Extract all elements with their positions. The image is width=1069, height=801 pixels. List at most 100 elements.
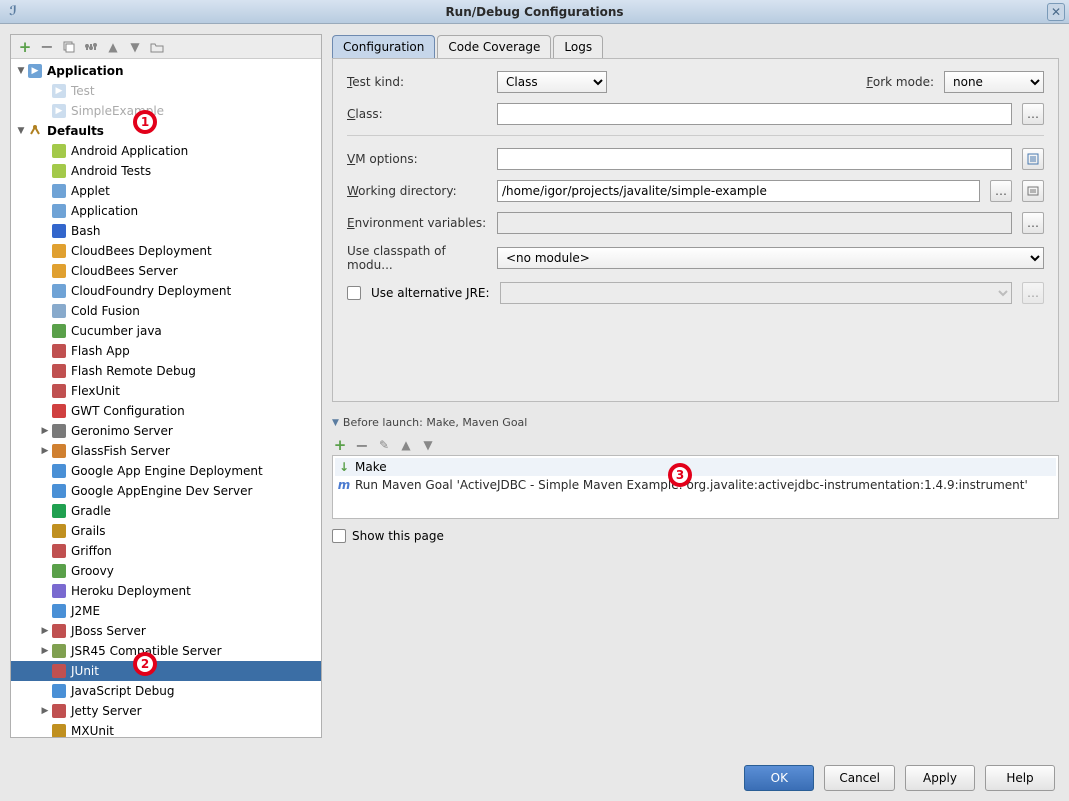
remove-task-button[interactable]: −: [354, 437, 370, 453]
tree-item-cold-fusion[interactable]: Cold Fusion: [11, 301, 321, 321]
tree-item-jboss-server[interactable]: ▶JBoss Server: [11, 621, 321, 641]
tree-item-mxunit[interactable]: MXUnit: [11, 721, 321, 737]
tree-item-cloudbees-server[interactable]: CloudBees Server: [11, 261, 321, 281]
tree-item-simpleexample[interactable]: ▶ SimpleExample: [11, 101, 321, 121]
env-vars-input[interactable]: [497, 212, 1012, 234]
apply-button[interactable]: Apply: [905, 765, 975, 791]
test-kind-select[interactable]: Class: [497, 71, 607, 93]
move-up-button[interactable]: ▲: [105, 39, 121, 55]
tree-item-cloudfoundry-deployment[interactable]: CloudFoundry Deployment: [11, 281, 321, 301]
browse-class-button[interactable]: …: [1022, 103, 1044, 125]
add-config-button[interactable]: +: [17, 39, 33, 55]
fork-mode-select[interactable]: none: [944, 71, 1044, 93]
tree-item-bash[interactable]: Bash: [11, 221, 321, 241]
grails-icon: [51, 523, 67, 539]
tab-configuration[interactable]: Configuration: [332, 35, 435, 58]
config-detail-panel: Configuration Code Coverage Logs Test ki…: [332, 34, 1059, 738]
flash-icon: [51, 363, 67, 379]
config-icon: ▶: [51, 103, 67, 119]
android-icon: [51, 143, 67, 159]
tree-item-junit[interactable]: JUnit: [11, 661, 321, 681]
tree-item-grails[interactable]: Grails: [11, 521, 321, 541]
classpath-module-select[interactable]: <no module>: [497, 247, 1044, 269]
ok-button[interactable]: OK: [744, 765, 814, 791]
config-tree[interactable]: ▼ ▶ Application ▶ Test ▶ SimpleExample ▼…: [11, 59, 321, 737]
edit-env-button[interactable]: …: [1022, 212, 1044, 234]
copy-config-button[interactable]: [61, 39, 77, 55]
tree-item-cucumber-java[interactable]: Cucumber java: [11, 321, 321, 341]
task-down-button[interactable]: ▼: [420, 437, 436, 453]
remove-config-button[interactable]: −: [39, 39, 55, 55]
fork-mode-label: Fork mode:: [866, 75, 934, 89]
class-input[interactable]: [497, 103, 1012, 125]
tree-item-test[interactable]: ▶ Test: [11, 81, 321, 101]
tree-item-griffon[interactable]: Griffon: [11, 541, 321, 561]
expand-icon: ▼: [15, 66, 27, 76]
applet-icon: [51, 183, 67, 199]
tree-item-javascript-debug[interactable]: JavaScript Debug: [11, 681, 321, 701]
macro-button[interactable]: [1022, 180, 1044, 202]
tab-logs[interactable]: Logs: [553, 35, 603, 58]
task-label: Make: [355, 460, 387, 474]
alt-jre-checkbox[interactable]: [347, 286, 361, 300]
browse-jre-button: …: [1022, 282, 1044, 304]
help-button[interactable]: Help: [985, 765, 1055, 791]
browse-dir-button[interactable]: …: [990, 180, 1012, 202]
bash-icon: [51, 223, 67, 239]
jetty-icon: [51, 703, 67, 719]
jsdebug-icon: [51, 683, 67, 699]
tree-toolbar: + − ▲ ▼: [11, 35, 321, 59]
tree-item-flash-app[interactable]: Flash App: [11, 341, 321, 361]
tree-item-gradle[interactable]: Gradle: [11, 501, 321, 521]
vm-options-input[interactable]: [497, 148, 1012, 170]
tree-item-heroku-deployment[interactable]: Heroku Deployment: [11, 581, 321, 601]
tree-item-flash-remote-debug[interactable]: Flash Remote Debug: [11, 361, 321, 381]
tree-item-geronimo-server[interactable]: ▶Geronimo Server: [11, 421, 321, 441]
tree-item-application[interactable]: Application: [11, 201, 321, 221]
before-launch-item[interactable]: ↓ Make: [335, 458, 1056, 476]
tree-group-defaults[interactable]: ▼ Defaults: [11, 121, 321, 141]
settings-button[interactable]: [83, 39, 99, 55]
tree-item-glassfish-server[interactable]: ▶GlassFish Server: [11, 441, 321, 461]
tree-group-application[interactable]: ▼ ▶ Application: [11, 61, 321, 81]
tree-item-google-appengine-dev-server[interactable]: Google AppEngine Dev Server: [11, 481, 321, 501]
tree-item-cloudbees-deployment[interactable]: CloudBees Deployment: [11, 241, 321, 261]
tree-item-flexunit[interactable]: FlexUnit: [11, 381, 321, 401]
show-page-checkbox[interactable]: [332, 529, 346, 543]
tree-item-jetty-server[interactable]: ▶Jetty Server: [11, 701, 321, 721]
tree-item-j2me[interactable]: J2ME: [11, 601, 321, 621]
tree-item-google-app-engine-deployment[interactable]: Google App Engine Deployment: [11, 461, 321, 481]
tree-item-applet[interactable]: Applet: [11, 181, 321, 201]
move-down-button[interactable]: ▼: [127, 39, 143, 55]
tree-item-android-tests[interactable]: Android Tests: [11, 161, 321, 181]
working-dir-input[interactable]: [497, 180, 980, 202]
tree-item-groovy[interactable]: Groovy: [11, 561, 321, 581]
defaults-group-icon: [27, 123, 43, 139]
expand-vm-button[interactable]: [1022, 148, 1044, 170]
gradle-icon: [51, 503, 67, 519]
cancel-button[interactable]: Cancel: [824, 765, 895, 791]
flash-icon: [51, 343, 67, 359]
before-launch-list[interactable]: ↓ Make m Run Maven Goal 'ActiveJDBC - Si…: [332, 455, 1059, 519]
expand-icon: ▶: [39, 646, 51, 656]
tree-item-jsr45-compatible-server[interactable]: ▶JSR45 Compatible Server: [11, 641, 321, 661]
task-up-button[interactable]: ▲: [398, 437, 414, 453]
tree-item-android-application[interactable]: Android Application: [11, 141, 321, 161]
folder-button[interactable]: [149, 39, 165, 55]
before-launch-header[interactable]: ▼ Before launch: Make, Maven Goal: [332, 416, 1059, 429]
content-area: + − ▲ ▼ ▼ ▶ Application ▶ Test ▶ SimpleE…: [0, 24, 1069, 748]
edit-task-button[interactable]: ✎: [376, 437, 392, 453]
before-launch-item[interactable]: m Run Maven Goal 'ActiveJDBC - Simple Ma…: [335, 476, 1056, 494]
vm-options-label: VM options:: [347, 152, 487, 166]
add-task-button[interactable]: +: [332, 437, 348, 453]
annotation-3: 3: [668, 463, 692, 487]
tab-code-coverage[interactable]: Code Coverage: [437, 35, 551, 58]
cloudbees-icon: [51, 263, 67, 279]
annotation-2: 2: [133, 652, 157, 676]
close-button[interactable]: ✕: [1047, 3, 1065, 21]
configurations-tree-panel: + − ▲ ▼ ▼ ▶ Application ▶ Test ▶ SimpleE…: [10, 34, 322, 738]
classpath-label: Use classpath of modu...: [347, 244, 487, 272]
tree-item-gwt-configuration[interactable]: GWT Configuration: [11, 401, 321, 421]
expand-icon: ▼: [15, 126, 27, 136]
annotation-1: 1: [133, 110, 157, 134]
